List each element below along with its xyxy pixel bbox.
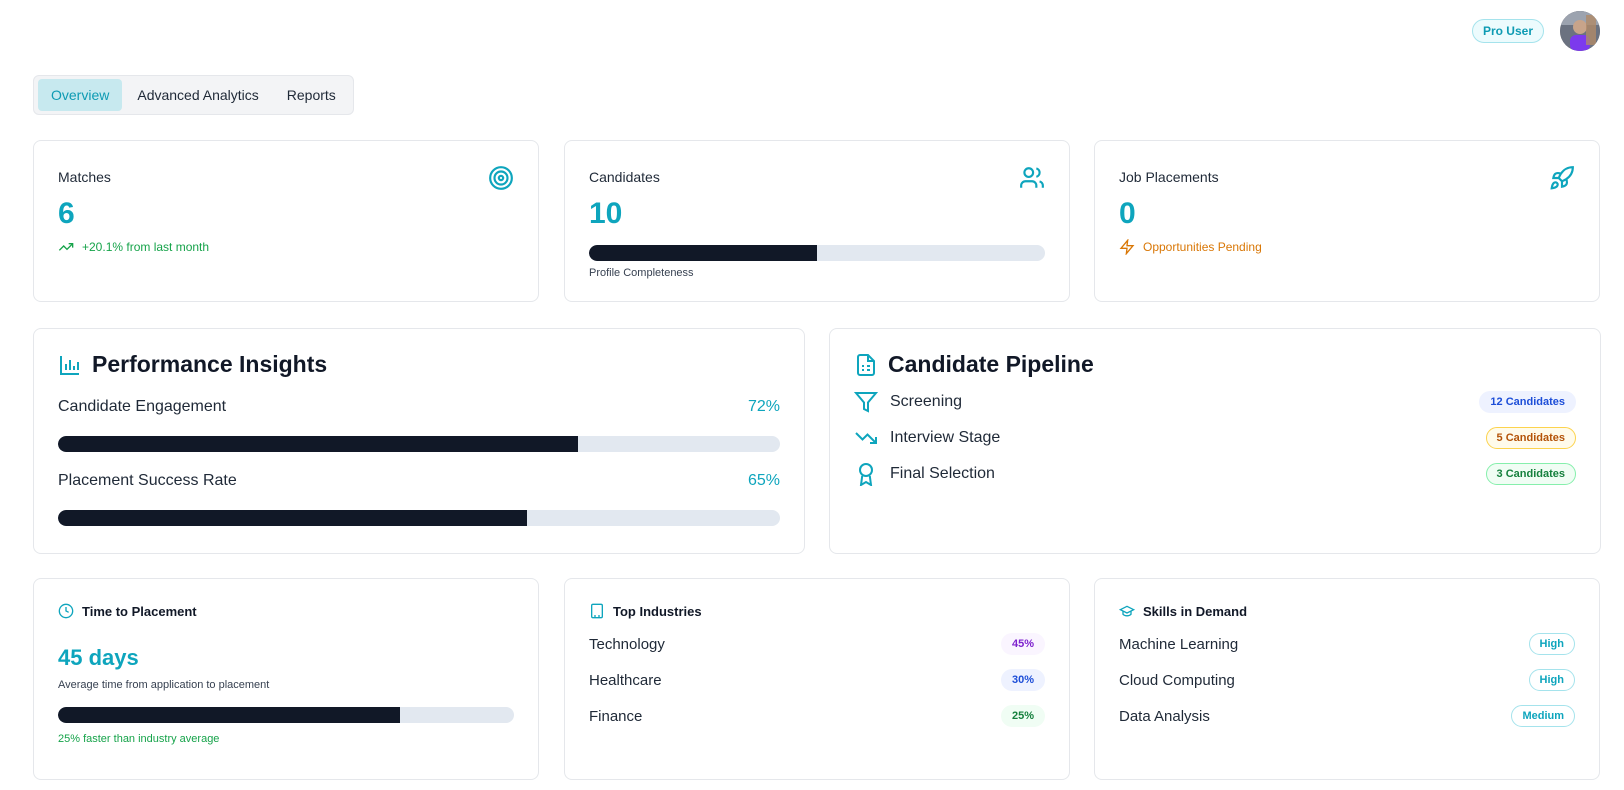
- job-placements-value: 0: [1119, 197, 1136, 230]
- list-item: Machine Learning High: [1119, 633, 1575, 655]
- pipeline-stage-final[interactable]: Final Selection 3 Candidates: [854, 462, 1576, 486]
- trending-up-icon: [58, 243, 74, 251]
- skill-label: Data Analysis: [1119, 707, 1210, 725]
- stage-label: Interview Stage: [890, 429, 1001, 446]
- engagement-bar: [58, 436, 780, 452]
- pipeline-stage-screening[interactable]: Screening 12 Candidates: [854, 390, 1576, 414]
- stage-label: Screening: [890, 393, 963, 410]
- job-placements-note: Opportunities Pending: [1143, 240, 1262, 254]
- trending-down-icon: [855, 432, 877, 444]
- graduation-cap-icon: [1119, 605, 1135, 617]
- top-industries-title: Top Industries: [613, 603, 702, 619]
- industry-label: Healthcare: [589, 671, 662, 689]
- skill-level-badge: Medium: [1511, 705, 1575, 727]
- candidate-pipeline-title: Candidate Pipeline: [888, 351, 1094, 377]
- top-bar: Pro User: [1471, 10, 1600, 52]
- skill-level-badge: High: [1528, 633, 1575, 655]
- pipeline-stage-interview[interactable]: Interview Stage 5 Candidates: [854, 426, 1576, 450]
- time-to-placement-card: Time to Placement 45 days Average time f…: [33, 578, 539, 780]
- skills-in-demand-card: Skills in Demand Machine Learning High C…: [1094, 578, 1600, 780]
- list-item: Cloud Computing High: [1119, 669, 1575, 691]
- time-to-placement-note: 25% faster than industry average: [58, 733, 220, 745]
- list-item: Data Analysis Medium: [1119, 705, 1575, 727]
- skill-label: Cloud Computing: [1119, 671, 1235, 689]
- target-icon: [489, 166, 513, 190]
- industry-share-badge: 45%: [1000, 633, 1045, 655]
- metric-label: Candidate Engagement: [58, 398, 227, 415]
- metric-row: Candidate Engagement 72%: [58, 398, 780, 416]
- award-icon: [859, 463, 873, 486]
- candidates-title: Candidates: [589, 169, 660, 185]
- industry-label: Technology: [589, 635, 665, 653]
- time-to-placement-fill: [58, 707, 400, 723]
- profile-completeness-label: Profile Completeness: [589, 267, 694, 279]
- metric-value: 65%: [747, 472, 780, 489]
- metric-row: Placement Success Rate 65%: [58, 472, 780, 490]
- tab-reports[interactable]: Reports: [274, 79, 349, 111]
- candidates-value: 10: [589, 197, 623, 230]
- stage-count-badge: 3 Candidates: [1485, 463, 1576, 485]
- rocket-icon: [1550, 166, 1574, 190]
- matches-trend: +20.1% from last month: [58, 239, 514, 255]
- performance-insights-title: Performance Insights: [92, 351, 328, 377]
- users-icon: [1020, 167, 1044, 188]
- building-icon: [591, 603, 603, 619]
- metric-label: Placement Success Rate: [58, 472, 237, 489]
- performance-insights-card: Performance Insights Candidate Engagemen…: [33, 328, 805, 554]
- clock-icon: [58, 603, 74, 619]
- top-industries-card: Top Industries Technology 45% Healthcare…: [564, 578, 1070, 780]
- matches-card: Matches 6 +20.1% from last month: [33, 140, 539, 302]
- stage-count-badge: 5 Candidates: [1485, 427, 1576, 449]
- tab-advanced-analytics[interactable]: Advanced Analytics: [124, 79, 271, 111]
- skill-level-badge: High: [1528, 669, 1575, 691]
- bar-chart-icon: [60, 355, 79, 375]
- stage-label: Final Selection: [890, 465, 995, 482]
- time-to-placement-value: 45 days: [58, 645, 139, 670]
- list-item: Technology 45%: [589, 633, 1045, 655]
- profile-completeness-bar: [589, 245, 1045, 261]
- lightning-icon: [1119, 239, 1135, 255]
- matches-title: Matches: [58, 169, 111, 185]
- time-to-placement-title: Time to Placement: [82, 603, 197, 619]
- view-tabs: Overview Advanced Analytics Reports: [33, 75, 354, 115]
- skill-label: Machine Learning: [1119, 635, 1239, 653]
- time-to-placement-bar: [58, 707, 514, 723]
- success-rate-fill: [58, 510, 528, 526]
- industry-share-badge: 30%: [1000, 669, 1045, 691]
- candidate-pipeline-card: Candidate Pipeline Screening 12 Candidat…: [829, 328, 1601, 554]
- matches-note: +20.1% from last month: [82, 240, 210, 254]
- industry-label: Finance: [589, 707, 643, 725]
- pro-user-badge: Pro User: [1471, 19, 1544, 43]
- engagement-fill: [58, 436, 578, 452]
- stage-count-badge: 12 Candidates: [1479, 391, 1576, 413]
- matches-value: 6: [58, 197, 75, 230]
- list-item: Finance 25%: [589, 705, 1045, 727]
- job-placements-title: Job Placements: [1119, 169, 1219, 185]
- list-item: Healthcare 30%: [589, 669, 1045, 691]
- job-placements-card: Job Placements 0 Opportunities Pending: [1094, 140, 1600, 302]
- profile-completeness-fill: [589, 245, 817, 261]
- metric-value: 72%: [747, 398, 780, 415]
- avatar[interactable]: [1560, 11, 1600, 51]
- funnel-icon: [854, 392, 878, 413]
- success-rate-bar: [58, 510, 780, 526]
- time-to-placement-description: Average time from application to placeme…: [58, 679, 270, 691]
- skills-in-demand-title: Skills in Demand: [1143, 603, 1248, 619]
- tab-overview[interactable]: Overview: [38, 79, 123, 111]
- document-icon: [857, 353, 875, 376]
- job-placements-status: Opportunities Pending: [1119, 239, 1575, 255]
- candidates-card: Candidates 10 Profile Completeness: [564, 140, 1070, 302]
- industry-share-badge: 25%: [1000, 705, 1045, 727]
